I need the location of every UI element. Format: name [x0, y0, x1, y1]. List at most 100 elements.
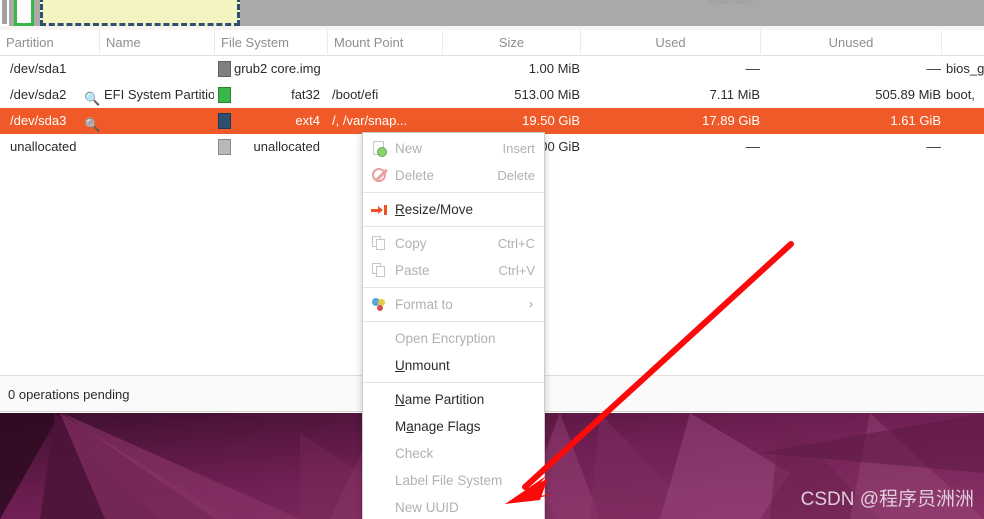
- cell-flags: [946, 134, 984, 160]
- cell-partition: /dev/sda1: [10, 61, 67, 76]
- menu-item-label: Manage Flags: [395, 419, 481, 434]
- cell-filesystem: ext4: [295, 113, 320, 128]
- column-header-flags[interactable]: [942, 30, 984, 56]
- graphic-label-unallocated: unallocated: [706, 0, 754, 6]
- menu-item-mnemonic: U: [395, 358, 405, 373]
- paste-icon: [371, 262, 388, 279]
- menu-item-mnemonic: a: [406, 419, 414, 434]
- resize-move-icon: [371, 201, 388, 218]
- menu-item-manage-flags[interactable]: Manage Flags: [363, 413, 544, 440]
- cell-used: 7.11 MiB: [709, 87, 760, 102]
- cell-unused: ––: [926, 139, 941, 154]
- cell-partition: /dev/sda2: [10, 87, 67, 102]
- menu-item-label-rest: ame Partition: [404, 392, 485, 407]
- cell-mountpoint: /boot/efi: [332, 87, 379, 102]
- menu-item-accelerator: Insert: [502, 141, 535, 156]
- cell-partition: /dev/sda3: [10, 113, 67, 128]
- menu-item-format-to[interactable]: Format to ›: [363, 291, 544, 318]
- menu-item-label: Unmount: [395, 358, 450, 373]
- cell-used: 17.89 GiB: [702, 113, 760, 128]
- cell-name: EFI System Partition: [104, 87, 214, 102]
- gparted-window-screenshot: /dev/sda3 unallocated Partition Name Fil…: [0, 0, 984, 519]
- menu-item-label: Delete: [395, 168, 435, 183]
- column-header-size[interactable]: Size: [443, 30, 581, 56]
- menu-item-new[interactable]: New Insert: [363, 135, 544, 162]
- cell-unused: 1.61 GiB: [890, 113, 941, 128]
- menu-separator: [363, 321, 544, 322]
- menu-item-label: Label File System: [395, 473, 503, 488]
- cell-flags: boot,: [946, 87, 975, 102]
- cell-mountpoint: /, /var/snap...: [332, 113, 408, 128]
- chevron-right-icon: ›: [529, 297, 533, 311]
- menu-item-label: Open Encryption: [395, 331, 496, 346]
- cell-size: 513.00 MiB: [514, 87, 580, 102]
- menu-item-label: Paste: [395, 263, 430, 278]
- menu-separator: [363, 382, 544, 383]
- cell-filesystem: grub2 core.img: [234, 61, 321, 76]
- menu-item-resize-move[interactable]: Resize/Move: [363, 196, 544, 223]
- cell-filesystem: unallocated: [253, 139, 321, 154]
- cell-unused: ––: [926, 61, 941, 76]
- menu-item-accelerator: Ctrl+C: [497, 236, 535, 251]
- menu-separator: [363, 226, 544, 227]
- cell-size: 1.00 MiB: [528, 61, 580, 76]
- filesystem-color-swatch: [218, 113, 231, 129]
- menu-item-paste[interactable]: Paste Ctrl+V: [363, 257, 544, 284]
- column-header-unused[interactable]: Unused: [761, 30, 942, 56]
- cell-partition: unallocated: [10, 139, 77, 154]
- watermark-label: CSDN @程序员洲洲: [800, 489, 974, 510]
- copy-icon: [371, 235, 388, 252]
- filesystem-color-swatch: [218, 61, 231, 77]
- graphic-segment-sda3[interactable]: /dev/sda3: [40, 0, 240, 26]
- graphic-segment-sda2[interactable]: [14, 0, 34, 26]
- menu-item-check[interactable]: Check: [363, 440, 544, 467]
- cell-used: ––: [745, 61, 760, 76]
- menu-item-mnemonic: N: [395, 392, 405, 407]
- menu-item-delete[interactable]: Delete Delete: [363, 162, 544, 189]
- menu-item-label-file-system[interactable]: Label File System: [363, 467, 544, 494]
- table-row[interactable]: /dev/sda2 🔍 EFI System Partition fat32 /…: [0, 82, 984, 108]
- cell-size: 19.50 GiB: [522, 113, 580, 128]
- partition-context-menu[interactable]: New Insert Delete Delete Resize/Move Cop…: [362, 132, 545, 519]
- menu-item-name-partition[interactable]: Name Partition: [363, 386, 544, 413]
- filesystem-color-swatch: [218, 87, 231, 103]
- menu-item-label: Copy: [395, 236, 427, 251]
- menu-item-label-rest: nage Flags: [413, 419, 481, 434]
- menu-item-mnemonic: R: [395, 202, 405, 217]
- table-header-row: Partition Name File System Mount Point S…: [0, 30, 984, 56]
- cell-used: ––: [745, 139, 760, 154]
- cell-flags: [946, 108, 984, 134]
- cell-mountpoint: [332, 56, 440, 82]
- cell-name: [104, 108, 214, 134]
- column-header-name[interactable]: Name: [100, 30, 215, 56]
- cell-unused: 505.89 MiB: [875, 87, 941, 102]
- cell-name: [104, 134, 214, 160]
- cell-flags: bios_g: [946, 61, 984, 76]
- pending-operations-label: 0 operations pending: [8, 387, 130, 402]
- table-row[interactable]: /dev/sda1 grub2 core.img 1.00 MiB –– –– …: [0, 56, 984, 82]
- partition-graphic-bar[interactable]: /dev/sda3 unallocated: [0, 0, 984, 26]
- column-header-used[interactable]: Used: [581, 30, 761, 56]
- cell-filesystem: fat32: [291, 87, 320, 102]
- column-header-filesystem[interactable]: File System: [215, 30, 328, 56]
- menu-item-unmount[interactable]: Unmount: [363, 352, 544, 379]
- menu-item-label: Format to: [395, 297, 453, 312]
- menu-item-label: Resize/Move: [395, 202, 473, 217]
- menu-separator: [363, 287, 544, 288]
- menu-item-label: New: [395, 141, 423, 156]
- column-header-mountpoint[interactable]: Mount Point: [328, 30, 443, 56]
- graphic-segment-sda1[interactable]: [0, 0, 9, 26]
- menu-item-label-rest: nmount: [404, 358, 450, 373]
- menu-item-copy[interactable]: Copy Ctrl+C: [363, 230, 544, 257]
- menu-item-accelerator: Delete: [497, 168, 535, 183]
- filesystem-color-swatch: [218, 139, 231, 155]
- column-header-partition[interactable]: Partition: [0, 30, 100, 56]
- menu-item-new-uuid[interactable]: New UUID: [363, 494, 544, 519]
- table-row-selected[interactable]: /dev/sda3 🔍 ext4 /, /var/snap... 19.50 G…: [0, 108, 984, 134]
- menu-item-open-encryption[interactable]: Open Encryption: [363, 325, 544, 352]
- menu-item-label: Check: [395, 446, 434, 461]
- menu-item-label: Name Partition: [395, 392, 484, 407]
- format-icon: [371, 296, 388, 313]
- new-file-icon: [371, 140, 388, 157]
- delete-icon: [371, 167, 388, 184]
